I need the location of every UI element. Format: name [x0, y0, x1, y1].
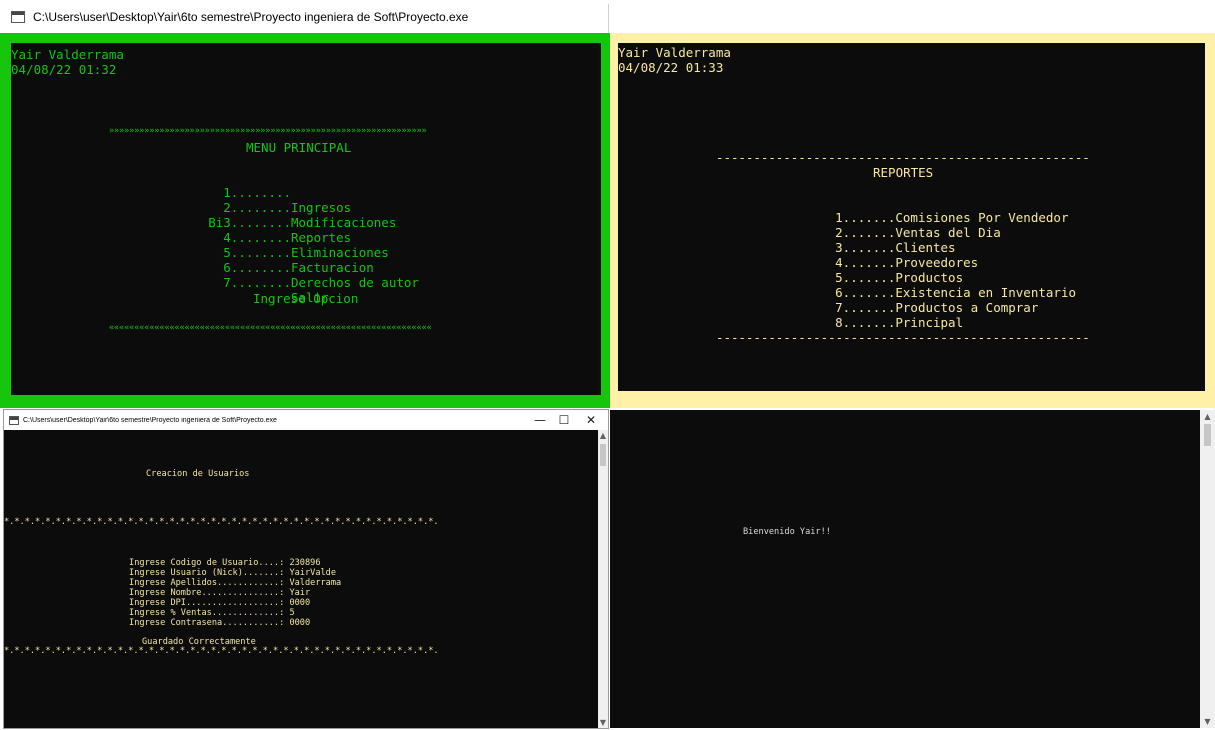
reportes-rule-top: ----------------------------------------… — [716, 150, 1090, 165]
menu-principal-console: Yair Valderrama 04/08/22 01:32 »»»»»»»»»… — [11, 43, 601, 395]
reportes-item-label: Principal — [895, 315, 964, 330]
bienvenido-console: Bienvenido Yair!! — [610, 410, 1200, 728]
field-label: Ingrese Contrasena...........: — [129, 618, 285, 628]
creacion-console: Creacion de Usuarios *.*.*.*.*.*.*.*.*.*… — [4, 430, 598, 728]
reportes-title: REPORTES — [873, 165, 934, 180]
scroll-down-arrow-icon[interactable]: ▼ — [598, 718, 608, 727]
menu-item-salir[interactable]: 7........ Salir — [11, 260, 601, 320]
creacion-stars-bottom: *.*.*.*.*.*.*.*.*.*.*.*.*.*.*.*.*.*.*.*.… — [4, 646, 439, 656]
menu-prompt: Ingrese Opcion — [253, 291, 359, 306]
console-app-icon — [11, 10, 25, 23]
bienvenido-scrollbar[interactable]: ▲ ▼ — [1200, 410, 1215, 728]
menu-border-bottom: ««««««««««««««««««««««««««««««««««««««««… — [109, 322, 432, 332]
menu-datetime: 04/08/22 01:32 — [11, 62, 117, 77]
creacion-scrollbar[interactable]: ▲ ▼ — [598, 430, 608, 728]
reportes-console: Yair Valderrama 04/08/22 01:33 ---------… — [618, 43, 1205, 391]
field-contrasena: Ingrese Contrasena...........: 0000 — [98, 608, 310, 638]
main-window-title: C:\Users\user\Desktop\Yair\6to semestre\… — [33, 9, 469, 24]
scroll-up-arrow-icon[interactable]: ▲ — [598, 431, 608, 440]
menu-principal-panel: Yair Valderrama 04/08/22 01:32 »»»»»»»»»… — [0, 33, 610, 408]
creacion-window: C:\Users\user\Desktop\Yair\6to semestre\… — [3, 409, 609, 729]
menu-title: MENU PRINCIPAL — [246, 140, 352, 155]
close-button[interactable]: ✕ — [574, 410, 608, 430]
field-value: 0000 — [289, 618, 311, 628]
creacion-stars-top: *.*.*.*.*.*.*.*.*.*.*.*.*.*.*.*.*.*.*.*.… — [4, 517, 439, 527]
console-app-icon — [9, 415, 19, 425]
titlebar-divider — [608, 4, 609, 34]
scroll-thumb[interactable] — [1204, 424, 1211, 446]
menu-border-top: »»»»»»»»»»»»»»»»»»»»»»»»»»»»»»»»»»»»»»»»… — [109, 125, 427, 135]
reportes-rule-bottom: ----------------------------------------… — [716, 330, 1090, 345]
scroll-thumb[interactable] — [600, 444, 606, 466]
reportes-datetime: 04/08/22 01:33 — [618, 60, 724, 75]
scroll-up-arrow-icon[interactable]: ▲ — [1200, 412, 1215, 421]
welcome-message: Bienvenido Yair!! — [743, 527, 831, 537]
reportes-item-number: 8....... — [835, 315, 896, 330]
menu-item-number: 7........ — [223, 275, 291, 290]
creacion-heading: Creacion de Usuarios — [146, 469, 250, 479]
reportes-user-name: Yair Valderrama — [618, 45, 731, 60]
creacion-window-titlebar[interactable]: C:\Users\user\Desktop\Yair\6to semestre\… — [4, 410, 608, 430]
scroll-down-arrow-icon[interactable]: ▼ — [1200, 717, 1215, 726]
creacion-window-title: C:\Users\user\Desktop\Yair\6to semestre\… — [23, 416, 277, 424]
menu-user-name: Yair Valderrama — [11, 47, 124, 62]
main-window-titlebar[interactable]: C:\Users\user\Desktop\Yair\6to semestre\… — [0, 0, 608, 33]
reportes-panel: Yair Valderrama 04/08/22 01:33 ---------… — [610, 33, 1215, 408]
